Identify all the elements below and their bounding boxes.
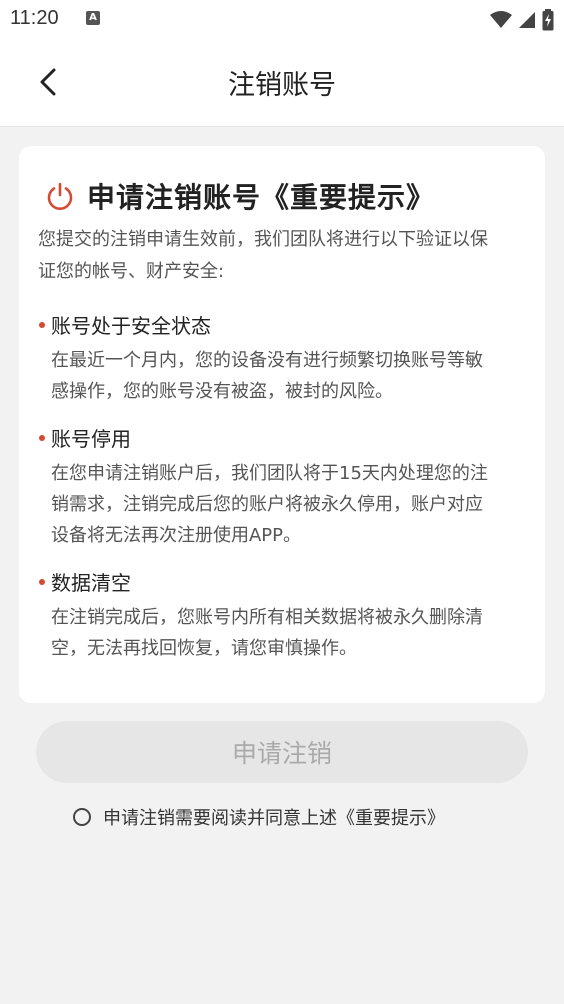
section-body: 在您申请注销账户后，我们团队将于15天内处理您的注 销需求，注销完成后您的账户将… xyxy=(51,458,533,551)
card-title: 申请注销账号《重要提示》 xyxy=(87,181,436,214)
section-line: 在最近一个月内，您的设备没有进行频繁切换账号等敏 xyxy=(51,350,483,371)
bullet-dot xyxy=(39,578,45,585)
wifi-icon xyxy=(490,11,512,28)
section-heading: 数据清空 xyxy=(38,567,533,596)
navigation-bar: 注销账号 xyxy=(0,40,564,127)
section-account-disable: 账号停用 在您申请注销账户后，我们团队将于15天内处理您的注 销需求，注销完成后… xyxy=(38,423,533,551)
status-time: 11:20 xyxy=(10,7,59,29)
agreement-row: 申请注销需要阅读并同意上述《重要提示》 xyxy=(73,804,445,830)
section-line: 在您申请注销账户后，我们团队将于15天内处理您的注 xyxy=(51,463,488,484)
status-bar: 11:20 A xyxy=(0,0,564,40)
bullet-dot xyxy=(39,321,45,328)
section-line: 感操作，您的账号没有被盗，被封的风险。 xyxy=(51,381,393,402)
section-body: 在注销完成后，您账号内所有相关数据将被永久删除清 空，无法再找回恢复，请您审慎操… xyxy=(51,602,533,664)
accessibility-notification-icon: A xyxy=(86,11,100,25)
section-line: 空，无法再找回恢复，请您审慎操作。 xyxy=(51,638,357,659)
status-indicators xyxy=(490,9,554,31)
section-line: 销需求，注销完成后您的账户将被永久停用，账户对应 xyxy=(51,494,483,515)
section-account-safe: 账号处于安全状态 在最近一个月内，您的设备没有进行频繁切换账号等敏 感操作，您的… xyxy=(38,310,533,407)
section-heading: 账号处于安全状态 xyxy=(38,310,533,339)
agreement-radio[interactable] xyxy=(73,808,91,826)
section-body: 在最近一个月内，您的设备没有进行频繁切换账号等敏 感操作，您的账号没有被盗，被封… xyxy=(51,345,533,407)
power-icon xyxy=(47,182,73,210)
intro-line: 证您的帐号、财产安全: xyxy=(38,261,225,282)
section-data-clear: 数据清空 在注销完成后，您账号内所有相关数据将被永久删除清 空，无法再找回恢复，… xyxy=(38,567,533,664)
section-heading-text: 账号停用 xyxy=(51,427,131,451)
section-heading-text: 数据清空 xyxy=(51,571,131,595)
bullet-dot xyxy=(39,434,45,441)
intro-text: 您提交的注销申请生效前，我们团队将进行以下验证以保 证您的帐号、财产安全: xyxy=(38,224,533,288)
battery-icon xyxy=(542,9,554,31)
card-header: 申请注销账号《重要提示》 xyxy=(45,176,435,216)
notice-card: 申请注销账号《重要提示》 您提交的注销申请生效前，我们团队将进行以下验证以保 证… xyxy=(19,146,545,703)
section-heading: 账号停用 xyxy=(38,423,533,452)
apply-cancellation-button[interactable]: 申请注销 xyxy=(36,721,528,783)
section-line: 在注销完成后，您账号内所有相关数据将被永久删除清 xyxy=(51,607,483,628)
agreement-text: 申请注销需要阅读并同意上述《重要提示》 xyxy=(103,808,445,829)
section-line: 设备将无法再次注册使用APP。 xyxy=(51,525,302,546)
cellular-signal-icon xyxy=(519,12,535,28)
section-heading-text: 账号处于安全状态 xyxy=(51,314,211,338)
intro-line: 您提交的注销申请生效前，我们团队将进行以下验证以保 xyxy=(38,229,488,250)
page-title: 注销账号 xyxy=(228,70,336,101)
